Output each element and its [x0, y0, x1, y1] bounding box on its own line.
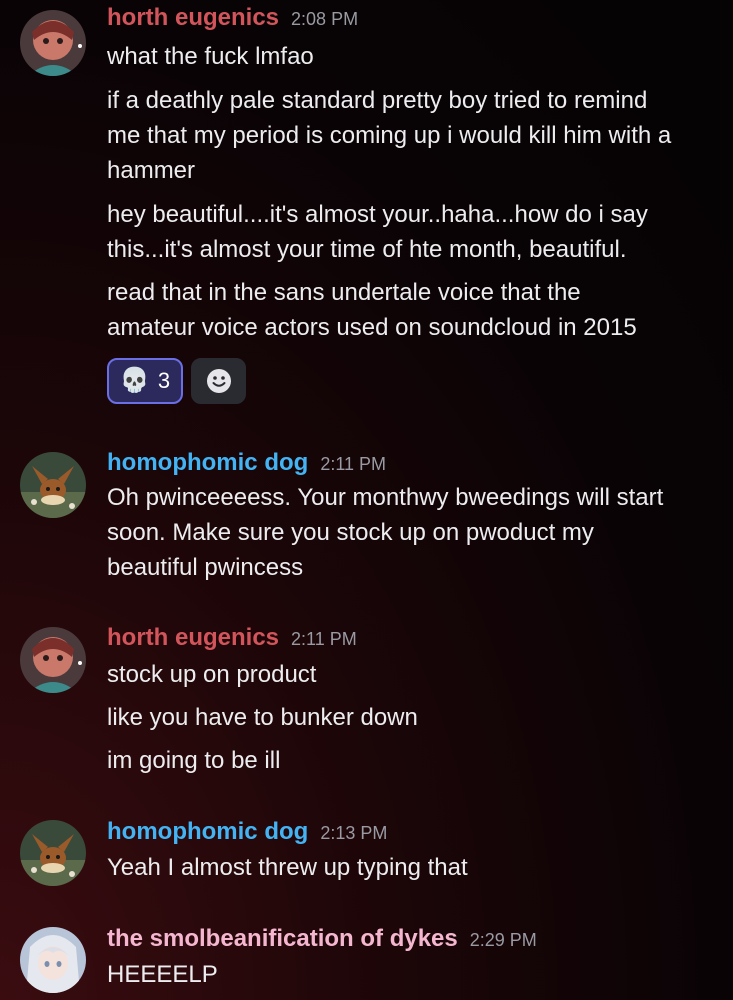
avatar-homophomic-dog: [20, 452, 86, 518]
message-text: hey beautiful....it's almost your..haha.…: [107, 201, 648, 228]
avatar[interactable]: [20, 927, 86, 993]
reaction-count: 3: [157, 368, 171, 393]
skull-icon: 💀: [119, 367, 150, 394]
timestamp: 2:13 PM: [320, 823, 388, 843]
avatar[interactable]: [20, 820, 86, 886]
author-name[interactable]: homophomic dog: [107, 449, 308, 476]
smiley-add-reaction-icon: [206, 369, 231, 393]
message-text: hammer: [107, 157, 196, 184]
message-text: Oh pwinceeeess. Your monthwy bweedings w…: [107, 484, 664, 511]
avatar[interactable]: [20, 452, 86, 518]
message-text: read that in the sans undertale voice th…: [107, 279, 581, 306]
message-text: if a deathly pale standard pretty boy tr…: [107, 87, 648, 114]
message-text: what the fuck lmfao: [107, 43, 314, 70]
message-text: beautiful pwincess: [107, 554, 304, 581]
author-name[interactable]: homophomic dog: [107, 818, 308, 845]
timestamp: 2:29 PM: [469, 930, 537, 950]
message-text: me that my period is coming up i would k…: [107, 122, 672, 149]
avatar[interactable]: [20, 627, 86, 693]
add-reaction-button[interactable]: [191, 358, 246, 404]
avatar-horth-eugenics: [20, 10, 86, 76]
reaction-skull[interactable]: 💀 3: [107, 358, 183, 404]
message-text: like you have to bunker down: [107, 704, 418, 731]
avatar-horth-eugenics: [20, 627, 86, 693]
timestamp: 2:11 PM: [320, 454, 387, 474]
avatar-homophomic-dog: [20, 820, 86, 886]
message-text: im going to be ill: [107, 747, 281, 774]
message-text: this...it's almost your time of hte mont…: [107, 236, 627, 263]
timestamp: 2:08 PM: [291, 9, 359, 29]
avatar-smolbeanification: [20, 927, 86, 993]
author-name[interactable]: horth eugenics: [107, 4, 279, 31]
author-name[interactable]: the smolbeanification of dykes: [107, 925, 458, 952]
message-text: Yeah I almost threw up typing that: [107, 854, 468, 881]
message-text: amateur voice actors used on soundcloud …: [107, 314, 637, 341]
message-text: HEEEELP: [107, 961, 218, 988]
timestamp: 2:11 PM: [291, 629, 357, 649]
message-text: stock up on product: [107, 661, 317, 688]
message-text: soon. Make sure you stock up on pwoduct …: [107, 519, 594, 546]
avatar[interactable]: [20, 10, 86, 76]
author-name[interactable]: horth eugenics: [107, 624, 279, 651]
